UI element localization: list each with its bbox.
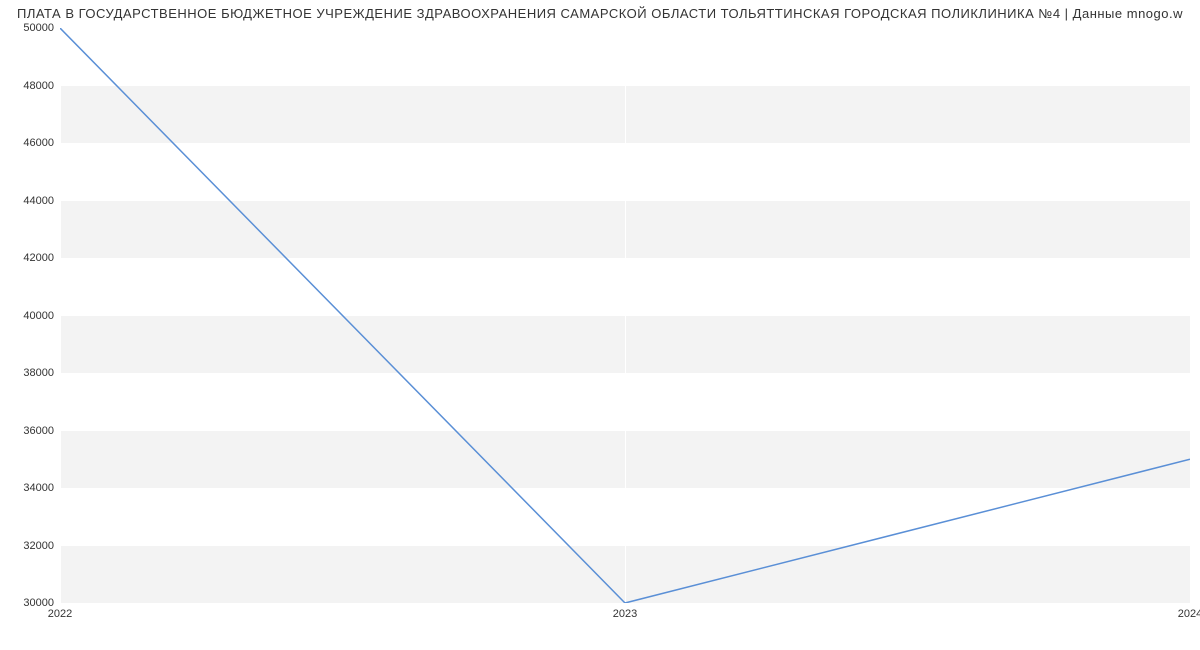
y-tick-label: 50000 xyxy=(23,22,54,34)
chart-title: ПЛАТА В ГОСУДАРСТВЕННОЕ БЮДЖЕТНОЕ УЧРЕЖД… xyxy=(0,6,1200,21)
x-tick-label: 2024 xyxy=(1178,608,1200,620)
x-tick-label: 2022 xyxy=(48,608,72,620)
plot-area xyxy=(60,28,1190,603)
y-tick-label: 36000 xyxy=(23,425,54,437)
grid-line-vertical xyxy=(625,28,626,603)
y-tick-label: 34000 xyxy=(23,482,54,494)
y-tick-label: 44000 xyxy=(23,195,54,207)
grid-line-vertical xyxy=(1190,28,1191,603)
y-tick-label: 48000 xyxy=(23,80,54,92)
y-tick-label: 40000 xyxy=(23,310,54,322)
x-tick-label: 2023 xyxy=(613,608,637,620)
y-tick-label: 42000 xyxy=(23,252,54,264)
y-tick-label: 32000 xyxy=(23,540,54,552)
y-tick-label: 38000 xyxy=(23,367,54,379)
grid-line-vertical xyxy=(60,28,61,603)
y-tick-label: 46000 xyxy=(23,137,54,149)
